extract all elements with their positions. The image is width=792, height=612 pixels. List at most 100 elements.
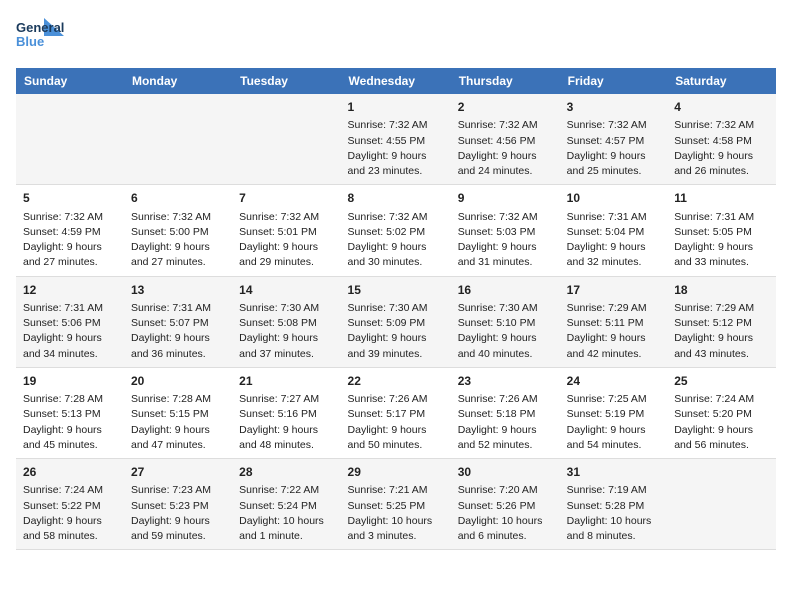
day-number: 9 bbox=[458, 190, 553, 207]
day-content: Sunrise: 7:24 AMSunset: 5:20 PMDaylight:… bbox=[674, 392, 769, 453]
calendar-cell: 8 Sunrise: 7:32 AMSunset: 5:02 PMDaylight… bbox=[341, 185, 451, 276]
logo: General Blue bbox=[16, 16, 70, 56]
calendar-cell bbox=[16, 94, 124, 185]
day-number: 28 bbox=[239, 464, 333, 481]
calendar-cell: 6Sunrise: 7:32 AMSunset: 5:00 PMDaylight… bbox=[124, 185, 232, 276]
calendar-cell: 1Sunrise: 7:32 AMSunset: 4:55 PMDaylight… bbox=[341, 94, 451, 185]
calendar-cell: 4 Sunrise: 7:32 AMSunset: 4:58 PMDaylight… bbox=[667, 94, 776, 185]
calendar-cell: 29 Sunrise: 7:21 AMSunset: 5:25 PMDayligh… bbox=[341, 459, 451, 550]
day-content: Sunrise: 7:32 AMSunset: 4:58 PMDaylight:… bbox=[674, 118, 769, 179]
logo-icon: General Blue bbox=[16, 16, 66, 56]
day-number: 31 bbox=[567, 464, 661, 481]
day-content: Sunrise: 7:29 AMSunset: 5:12 PMDaylight:… bbox=[674, 301, 769, 362]
day-number: 23 bbox=[458, 373, 553, 390]
calendar-cell: 16 Sunrise: 7:30 AMSunset: 5:10 PMDayligh… bbox=[451, 276, 560, 367]
calendar-cell: 30Sunrise: 7:20 AMSunset: 5:26 PMDayligh… bbox=[451, 459, 560, 550]
calendar-cell: 23 Sunrise: 7:26 AMSunset: 5:18 PMDayligh… bbox=[451, 367, 560, 458]
calendar-week-row: 12 Sunrise: 7:31 AMSunset: 5:06 PMDayligh… bbox=[16, 276, 776, 367]
day-number: 25 bbox=[674, 373, 769, 390]
calendar-cell: 17Sunrise: 7:29 AMSunset: 5:11 PMDayligh… bbox=[560, 276, 668, 367]
calendar-cell: 27 Sunrise: 7:23 AMSunset: 5:23 PMDayligh… bbox=[124, 459, 232, 550]
calendar-cell: 12 Sunrise: 7:31 AMSunset: 5:06 PMDayligh… bbox=[16, 276, 124, 367]
calendar-cell: 20 Sunrise: 7:28 AMSunset: 5:15 PMDayligh… bbox=[124, 367, 232, 458]
day-content: Sunrise: 7:29 AMSunset: 5:11 PMDaylight:… bbox=[567, 301, 661, 362]
day-content: Sunrise: 7:32 AMSunset: 4:56 PMDaylight:… bbox=[458, 118, 553, 179]
calendar-cell bbox=[232, 94, 340, 185]
calendar-week-row: 1Sunrise: 7:32 AMSunset: 4:55 PMDaylight… bbox=[16, 94, 776, 185]
calendar-cell: 3Sunrise: 7:32 AMSunset: 4:57 PMDaylight… bbox=[560, 94, 668, 185]
day-content: Sunrise: 7:26 AMSunset: 5:17 PMDaylight:… bbox=[348, 392, 444, 453]
calendar-cell: 25 Sunrise: 7:24 AMSunset: 5:20 PMDayligh… bbox=[667, 367, 776, 458]
day-content: Sunrise: 7:23 AMSunset: 5:23 PMDaylight:… bbox=[131, 483, 225, 544]
calendar-cell: 14 Sunrise: 7:30 AMSunset: 5:08 PMDayligh… bbox=[232, 276, 340, 367]
calendar-week-row: 26 Sunrise: 7:24 AMSunset: 5:22 PMDayligh… bbox=[16, 459, 776, 550]
day-number: 16 bbox=[458, 282, 553, 299]
svg-text:General: General bbox=[16, 20, 64, 35]
calendar-cell: 9Sunrise: 7:32 AMSunset: 5:03 PMDaylight… bbox=[451, 185, 560, 276]
calendar-cell: 31 Sunrise: 7:19 AMSunset: 5:28 PMDayligh… bbox=[560, 459, 668, 550]
calendar-header: SundayMondayTuesdayWednesdayThursdayFrid… bbox=[16, 68, 776, 94]
day-content: Sunrise: 7:22 AMSunset: 5:24 PMDaylight:… bbox=[239, 483, 333, 544]
day-content: Sunrise: 7:31 AMSunset: 5:06 PMDaylight:… bbox=[23, 301, 117, 362]
day-number: 1 bbox=[348, 99, 444, 116]
calendar-week-row: 5 Sunrise: 7:32 AMSunset: 4:59 PMDaylight… bbox=[16, 185, 776, 276]
day-content: Sunrise: 7:26 AMSunset: 5:18 PMDaylight:… bbox=[458, 392, 553, 453]
day-number: 5 bbox=[23, 190, 117, 207]
calendar-cell: 22 Sunrise: 7:26 AMSunset: 5:17 PMDayligh… bbox=[341, 367, 451, 458]
calendar-cell: 15Sunrise: 7:30 AMSunset: 5:09 PMDayligh… bbox=[341, 276, 451, 367]
day-content: Sunrise: 7:31 AMSunset: 5:05 PMDaylight:… bbox=[674, 210, 769, 271]
day-number: 20 bbox=[131, 373, 225, 390]
day-content: Sunrise: 7:32 AMSunset: 4:57 PMDaylight:… bbox=[567, 118, 661, 179]
day-content: Sunrise: 7:31 AMSunset: 5:07 PMDaylight:… bbox=[131, 301, 225, 362]
day-content: Sunrise: 7:30 AMSunset: 5:10 PMDaylight:… bbox=[458, 301, 553, 362]
calendar-cell: 13 Sunrise: 7:31 AMSunset: 5:07 PMDayligh… bbox=[124, 276, 232, 367]
day-number: 12 bbox=[23, 282, 117, 299]
day-number: 10 bbox=[567, 190, 661, 207]
day-content: Sunrise: 7:30 AMSunset: 5:08 PMDaylight:… bbox=[239, 301, 333, 362]
day-content: Sunrise: 7:24 AMSunset: 5:22 PMDaylight:… bbox=[23, 483, 117, 544]
col-header-wednesday: Wednesday bbox=[341, 68, 451, 94]
calendar-cell: 26 Sunrise: 7:24 AMSunset: 5:22 PMDayligh… bbox=[16, 459, 124, 550]
day-number: 14 bbox=[239, 282, 333, 299]
day-content: Sunrise: 7:32 AMSunset: 4:59 PMDaylight:… bbox=[23, 210, 117, 271]
day-number: 11 bbox=[674, 190, 769, 207]
day-number: 13 bbox=[131, 282, 225, 299]
day-number: 2 bbox=[458, 99, 553, 116]
day-content: Sunrise: 7:19 AMSunset: 5:28 PMDaylight:… bbox=[567, 483, 661, 544]
calendar-cell: 10 Sunrise: 7:31 AMSunset: 5:04 PMDayligh… bbox=[560, 185, 668, 276]
day-number: 24 bbox=[567, 373, 661, 390]
day-number: 19 bbox=[23, 373, 117, 390]
calendar-cell: 7 Sunrise: 7:32 AMSunset: 5:01 PMDaylight… bbox=[232, 185, 340, 276]
calendar-cell: 18Sunrise: 7:29 AMSunset: 5:12 PMDayligh… bbox=[667, 276, 776, 367]
day-content: Sunrise: 7:32 AMSunset: 5:01 PMDaylight:… bbox=[239, 210, 333, 271]
day-content: Sunrise: 7:25 AMSunset: 5:19 PMDaylight:… bbox=[567, 392, 661, 453]
col-header-friday: Friday bbox=[560, 68, 668, 94]
day-content: Sunrise: 7:21 AMSunset: 5:25 PMDaylight:… bbox=[348, 483, 444, 544]
day-number: 7 bbox=[239, 190, 333, 207]
col-header-saturday: Saturday bbox=[667, 68, 776, 94]
day-content: Sunrise: 7:28 AMSunset: 5:13 PMDaylight:… bbox=[23, 392, 117, 453]
calendar-cell bbox=[124, 94, 232, 185]
calendar-cell: 28 Sunrise: 7:22 AMSunset: 5:24 PMDayligh… bbox=[232, 459, 340, 550]
day-number: 4 bbox=[674, 99, 769, 116]
day-number: 27 bbox=[131, 464, 225, 481]
day-content: Sunrise: 7:31 AMSunset: 5:04 PMDaylight:… bbox=[567, 210, 661, 271]
col-header-thursday: Thursday bbox=[451, 68, 560, 94]
calendar-table: SundayMondayTuesdayWednesdayThursdayFrid… bbox=[16, 68, 776, 550]
day-content: Sunrise: 7:20 AMSunset: 5:26 PMDaylight:… bbox=[458, 483, 553, 544]
calendar-cell: 2 Sunrise: 7:32 AMSunset: 4:56 PMDaylight… bbox=[451, 94, 560, 185]
day-content: Sunrise: 7:30 AMSunset: 5:09 PMDaylight:… bbox=[348, 301, 444, 362]
calendar-cell: 11 Sunrise: 7:31 AMSunset: 5:05 PMDayligh… bbox=[667, 185, 776, 276]
day-number: 6 bbox=[131, 190, 225, 207]
day-number: 21 bbox=[239, 373, 333, 390]
day-content: Sunrise: 7:28 AMSunset: 5:15 PMDaylight:… bbox=[131, 392, 225, 453]
calendar-cell: 21 Sunrise: 7:27 AMSunset: 5:16 PMDayligh… bbox=[232, 367, 340, 458]
day-content: Sunrise: 7:27 AMSunset: 5:16 PMDaylight:… bbox=[239, 392, 333, 453]
day-content: Sunrise: 7:32 AMSunset: 5:02 PMDaylight:… bbox=[348, 210, 444, 271]
calendar-cell: 24 Sunrise: 7:25 AMSunset: 5:19 PMDayligh… bbox=[560, 367, 668, 458]
day-number: 26 bbox=[23, 464, 117, 481]
day-number: 8 bbox=[348, 190, 444, 207]
day-number: 29 bbox=[348, 464, 444, 481]
day-number: 22 bbox=[348, 373, 444, 390]
calendar-cell: 5 Sunrise: 7:32 AMSunset: 4:59 PMDaylight… bbox=[16, 185, 124, 276]
